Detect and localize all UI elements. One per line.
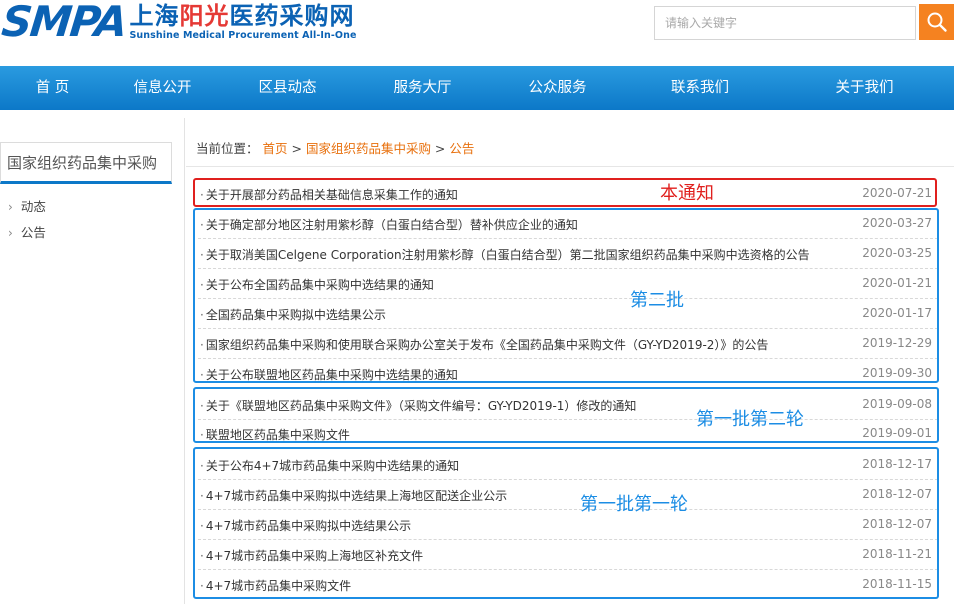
notice-date: 2018-12-17 [862, 457, 932, 471]
notice-row[interactable]: 关于开展部分药品相关基础信息采集工作的通知 2020-07-21 [196, 179, 940, 209]
notice-row[interactable]: 4+7城市药品集中采购上海地区补充文件 2018-11-21 [196, 540, 940, 570]
notice-date: 2018-11-21 [862, 547, 932, 561]
breadcrumb: 当前位置： 首页 > 国家组织药品集中采购 > 公告 [196, 138, 474, 157]
annotation-batch2: 第二批 [630, 290, 684, 311]
site-logo[interactable]: SMPA 上海阳光医药采购网 Sunshine Medical Procurem… [0, 0, 357, 50]
notice-title[interactable]: 关于公布4+7城市药品集中采购中选结果的通知 [200, 457, 459, 474]
notice-title[interactable]: 4+7城市药品集中采购上海地区补充文件 [200, 547, 423, 564]
search-icon [927, 12, 947, 32]
breadcrumb-current-link[interactable]: 公告 [449, 141, 474, 156]
notice-date: 2020-03-25 [862, 246, 932, 260]
annotation-batch1-round1: 第一批第一轮 [580, 494, 688, 515]
nav-item-service-hall[interactable]: 服务大厅 [355, 66, 490, 110]
sidebar-item-news[interactable]: 动态 [8, 196, 46, 215]
logo-text-block: 上海阳光医药采购网 Sunshine Medical Procurement A… [129, 2, 357, 42]
nav-item-about-us[interactable]: 关于我们 [775, 66, 954, 110]
notice-row[interactable]: 4+7城市药品集中采购拟中选结果公示 2018-12-07 [196, 510, 940, 540]
notice-date: 2020-07-21 [862, 186, 932, 200]
notice-date: 2018-12-07 [862, 487, 932, 501]
notice-row[interactable]: 关于公布全国药品集中采购中选结果的通知 2020-01-21 [196, 269, 940, 299]
site-header: SMPA 上海阳光医药采购网 Sunshine Medical Procurem… [0, 0, 954, 64]
logo-chinese-name: 上海阳光医药采购网 [129, 2, 356, 30]
notice-date: 2020-01-17 [862, 306, 932, 320]
notice-row[interactable]: 联盟地区药品集中采购文件 2019-09-01 [196, 419, 940, 449]
sidebar-item-announcements[interactable]: 公告 [8, 222, 46, 241]
notice-row[interactable]: 关于确定部分地区注射用紫杉醇（白蛋白结合型）替补供应企业的通知 2020-03-2… [196, 209, 940, 239]
notice-date: 2019-09-01 [862, 426, 932, 440]
search-button[interactable] [919, 4, 954, 40]
nav-item-home[interactable]: 首 页 [0, 66, 105, 110]
notice-title[interactable]: 关于公布联盟地区药品集中采购中选结果的通知 [200, 366, 458, 383]
notice-date: 2018-11-15 [862, 577, 932, 591]
notice-title[interactable]: 4+7城市药品集中采购拟中选结果公示 [200, 517, 411, 534]
notice-title[interactable]: 全国药品集中采购拟中选结果公示 [200, 306, 386, 323]
logo-cn-suffix: 医药采购网 [229, 1, 355, 30]
notice-row[interactable]: 全国药品集中采购拟中选结果公示 2020-01-17 [196, 299, 940, 329]
notice-title[interactable]: 关于《联盟地区药品集中采购文件》（采购文件编号：GY-YD2019-1）修改的通… [200, 397, 637, 414]
notice-date: 2020-01-21 [862, 276, 932, 290]
notice-date: 2018-12-07 [862, 517, 932, 531]
notice-row[interactable]: 关于公布4+7城市药品集中采购中选结果的通知 2018-12-17 [196, 450, 940, 480]
notice-row[interactable]: 4+7城市药品集中采购拟中选结果上海地区配送企业公示 2018-12-07 [196, 480, 940, 510]
annotation-batch1-round2: 第一批第二轮 [696, 409, 804, 430]
nav-item-info-disclosure[interactable]: 信息公开 [105, 66, 220, 110]
notice-title[interactable]: 关于取消美国Celgene Corporation注射用紫杉醇（白蛋白结合型）第… [200, 246, 810, 263]
notice-date: 2019-12-29 [862, 336, 932, 350]
search-box [654, 6, 916, 40]
breadcrumb-separator: > [287, 141, 306, 156]
notice-date: 2019-09-30 [862, 366, 932, 380]
search-input[interactable] [655, 7, 915, 39]
breadcrumb-separator: > [430, 141, 450, 156]
notice-title[interactable]: 国家组织药品集中采购和使用联合采购办公室关于发布《全国药品集中采购文件（GY-Y… [200, 336, 769, 353]
notice-title[interactable]: 关于确定部分地区注射用紫杉醇（白蛋白结合型）替补供应企业的通知 [200, 216, 578, 233]
breadcrumb-home-link[interactable]: 首页 [263, 141, 288, 156]
notice-row[interactable]: 国家组织药品集中采购和使用联合采购办公室关于发布《全国药品集中采购文件（GY-Y… [196, 329, 940, 359]
logo-cn-highlight: 阳光 [179, 1, 230, 30]
content-divider [184, 118, 185, 604]
logo-smpa-text: SMPA [0, 0, 129, 46]
logo-english-name: Sunshine Medical Procurement All-In-One [129, 30, 357, 41]
notice-date: 2020-03-27 [862, 216, 932, 230]
notice-title[interactable]: 4+7城市药品集中采购拟中选结果上海地区配送企业公示 [200, 487, 507, 504]
notice-title[interactable]: 关于公布全国药品集中采购中选结果的通知 [200, 276, 434, 293]
notice-row[interactable]: 关于《联盟地区药品集中采购文件》（采购文件编号：GY-YD2019-1）修改的通… [196, 390, 940, 420]
logo-cn-prefix: 上海 [129, 1, 180, 30]
annotation-this-notice: 本通知 [660, 183, 714, 204]
notice-title[interactable]: 联盟地区药品集中采购文件 [200, 426, 350, 443]
notice-row[interactable]: 4+7城市药品集中采购文件 2018-11-15 [196, 570, 940, 600]
breadcrumb-category-link[interactable]: 国家组织药品集中采购 [306, 141, 431, 156]
notice-title[interactable]: 4+7城市药品集中采购文件 [200, 577, 351, 594]
breadcrumb-underline [186, 166, 954, 167]
nav-item-district-news[interactable]: 区县动态 [220, 66, 355, 110]
nav-item-public-service[interactable]: 公众服务 [490, 66, 625, 110]
breadcrumb-prefix: 当前位置： [196, 141, 259, 156]
notice-row[interactable]: 关于取消美国Celgene Corporation注射用紫杉醇（白蛋白结合型）第… [196, 239, 940, 269]
sidebar-title: 国家组织药品集中采购 [0, 142, 172, 184]
main-nav: 首 页 信息公开 区县动态 服务大厅 公众服务 联系我们 关于我们 [0, 66, 954, 110]
notice-date: 2019-09-08 [862, 397, 932, 411]
nav-item-contact-us[interactable]: 联系我们 [625, 66, 775, 110]
notice-title[interactable]: 关于开展部分药品相关基础信息采集工作的通知 [200, 186, 458, 203]
notice-row[interactable]: 关于公布联盟地区药品集中采购中选结果的通知 2019-09-30 [196, 359, 940, 389]
